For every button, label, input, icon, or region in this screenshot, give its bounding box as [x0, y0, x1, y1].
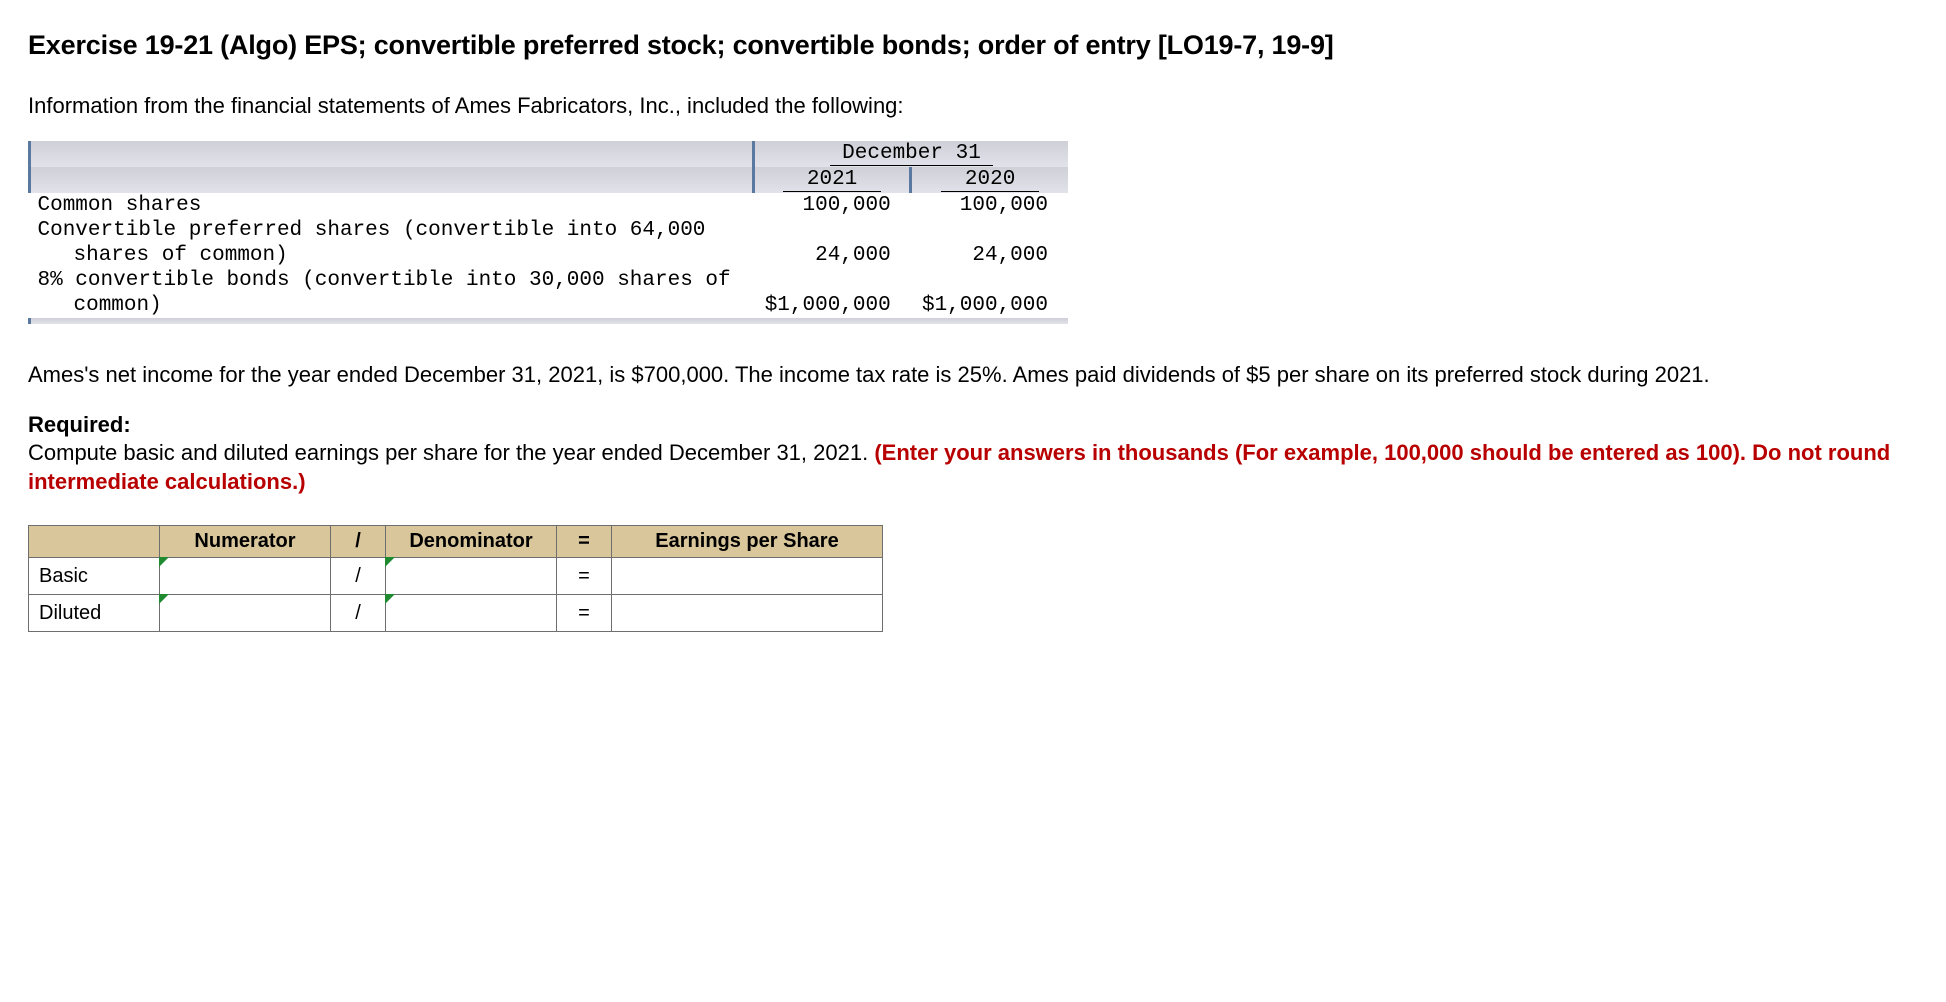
netincome-paragraph: Ames's net income for the year ended Dec…: [28, 360, 1918, 390]
required-text-plain: Compute basic and diluted earnings per s…: [28, 440, 874, 465]
year-2020: 2020: [941, 168, 1039, 192]
basic-numerator-input[interactable]: [160, 558, 331, 595]
year-2021: 2021: [783, 168, 881, 192]
row-pref-2021: 24,000: [753, 243, 910, 268]
required-label: Required:: [28, 412, 1918, 438]
diluted-divide: /: [331, 595, 386, 632]
date-header: December 31: [830, 142, 993, 166]
diluted-equals: =: [557, 595, 612, 632]
row-bond-2020: $1,000,000: [911, 293, 1068, 318]
basic-eps-output: [612, 558, 883, 595]
row-bond-label-2: common): [30, 293, 754, 318]
hdr-numerator: Numerator: [160, 526, 331, 558]
hdr-denominator: Denominator: [386, 526, 557, 558]
row-bond-2021: $1,000,000: [753, 293, 910, 318]
exercise-title: Exercise 19-21 (Algo) EPS; convertible p…: [28, 30, 1918, 61]
row-basic-label: Basic: [29, 558, 160, 595]
row-pref-label-1: Convertible preferred shares (convertibl…: [30, 218, 754, 243]
row-common-2021: 100,000: [753, 193, 910, 218]
diluted-numerator-input[interactable]: [160, 595, 331, 632]
diluted-denominator-input[interactable]: [386, 595, 557, 632]
basic-divide: /: [331, 558, 386, 595]
hdr-divide: /: [331, 526, 386, 558]
intro-paragraph: Information from the financial statement…: [28, 93, 1918, 119]
hdr-eps: Earnings per Share: [612, 526, 883, 558]
row-common-label: Common shares: [30, 193, 754, 218]
financial-data-table: December 31 2021 2020 Common shares 100,…: [28, 141, 1068, 324]
row-pref-label-2: shares of common): [30, 243, 754, 268]
hdr-equals: =: [557, 526, 612, 558]
row-pref-2020: 24,000: [911, 243, 1068, 268]
row-common-2020: 100,000: [911, 193, 1068, 218]
answer-table: Numerator / Denominator = Earnings per S…: [28, 525, 883, 632]
row-bond-label-1: 8% convertible bonds (convertible into 3…: [30, 268, 754, 293]
required-text: Compute basic and diluted earnings per s…: [28, 438, 1918, 497]
basic-equals: =: [557, 558, 612, 595]
basic-denominator-input[interactable]: [386, 558, 557, 595]
row-diluted-label: Diluted: [29, 595, 160, 632]
diluted-eps-output: [612, 595, 883, 632]
